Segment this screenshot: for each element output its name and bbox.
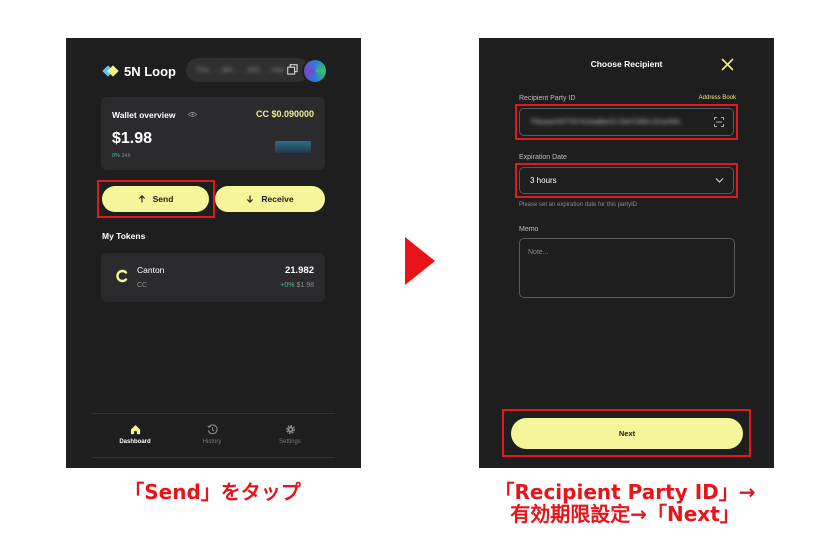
recipient-highlight-box bbox=[515, 104, 738, 140]
nav-history-label: History bbox=[202, 439, 222, 445]
wallet-address-pill[interactable]: f5a...a8c...333...5ae bbox=[186, 58, 310, 82]
wallet-address: f5a...a8c...333...5ae bbox=[196, 66, 285, 74]
receive-label: Receive bbox=[261, 194, 294, 204]
token-value: +0% $1.98 bbox=[280, 282, 314, 289]
memo-input[interactable] bbox=[519, 238, 735, 298]
token-amount: 21.982 bbox=[284, 265, 314, 276]
recipient-label: Recipient Party ID bbox=[519, 95, 576, 102]
eye-icon[interactable] bbox=[188, 111, 197, 118]
token-row[interactable]: Canton CC 21.982 +0% $1.98 bbox=[101, 253, 325, 302]
nav-dashboard-label: Dashboard bbox=[119, 439, 151, 445]
nav-settings-label: Settings bbox=[279, 439, 301, 445]
app-logo: 5N Loop bbox=[104, 64, 176, 79]
cc-price: CC $0.090000 bbox=[255, 109, 314, 119]
copy-icon[interactable] bbox=[287, 64, 298, 75]
token-symbol: CC bbox=[137, 282, 148, 289]
sparkline-chart bbox=[275, 141, 311, 153]
change-period: 24h bbox=[121, 153, 131, 159]
nav-history[interactable]: History bbox=[177, 424, 247, 445]
nav-settings[interactable]: Settings bbox=[255, 424, 325, 445]
arrow-down-icon bbox=[247, 195, 254, 203]
expiration-highlight-box bbox=[515, 163, 738, 198]
loop-logo-icon bbox=[104, 67, 116, 76]
gear-icon bbox=[285, 425, 295, 434]
wallet-overview-title: Wallet overview bbox=[112, 110, 176, 120]
expiration-help-text: Please set an expiration date for this p… bbox=[519, 202, 638, 208]
balance-change: 0% 24h bbox=[112, 153, 131, 159]
nav-dashboard[interactable]: Dashboard bbox=[100, 424, 170, 445]
avatar[interactable] bbox=[304, 60, 326, 82]
expiration-label: Expiration Date bbox=[519, 154, 567, 161]
right-caption-line1: 「Recipient Party ID」→ bbox=[494, 480, 756, 504]
next-highlight-box bbox=[502, 409, 751, 457]
send-highlight-box bbox=[97, 180, 215, 218]
app-name: 5N Loop bbox=[124, 64, 176, 79]
history-icon bbox=[206, 424, 218, 435]
right-caption: 「Recipient Party ID」→ 有効期限設定→「Next」 bbox=[445, 481, 805, 525]
receive-button[interactable]: Receive bbox=[215, 186, 325, 212]
wallet-overview-card: Wallet overview CC $0.090000 $1.98 0% 24… bbox=[101, 97, 325, 170]
my-tokens-title: My Tokens bbox=[102, 231, 146, 241]
token-change: +0% bbox=[280, 282, 295, 289]
home-icon bbox=[130, 425, 140, 435]
step-arrow-icon bbox=[405, 237, 435, 285]
change-percent: 0% bbox=[112, 153, 120, 159]
address-book-link[interactable]: Address Book bbox=[688, 95, 736, 101]
left-caption: 「Send」をタップ bbox=[124, 480, 301, 504]
usd-balance: $1.98 bbox=[112, 130, 153, 147]
memo-label: Memo bbox=[519, 226, 539, 233]
close-icon[interactable] bbox=[721, 58, 734, 71]
right-caption-line2: 有効期限設定→「Next」 bbox=[510, 502, 740, 526]
canton-logo-icon bbox=[116, 269, 128, 283]
token-usd: $1.98 bbox=[296, 282, 314, 289]
bottom-nav: Dashboard History Settings bbox=[92, 413, 335, 458]
token-name: Canton bbox=[137, 265, 165, 275]
